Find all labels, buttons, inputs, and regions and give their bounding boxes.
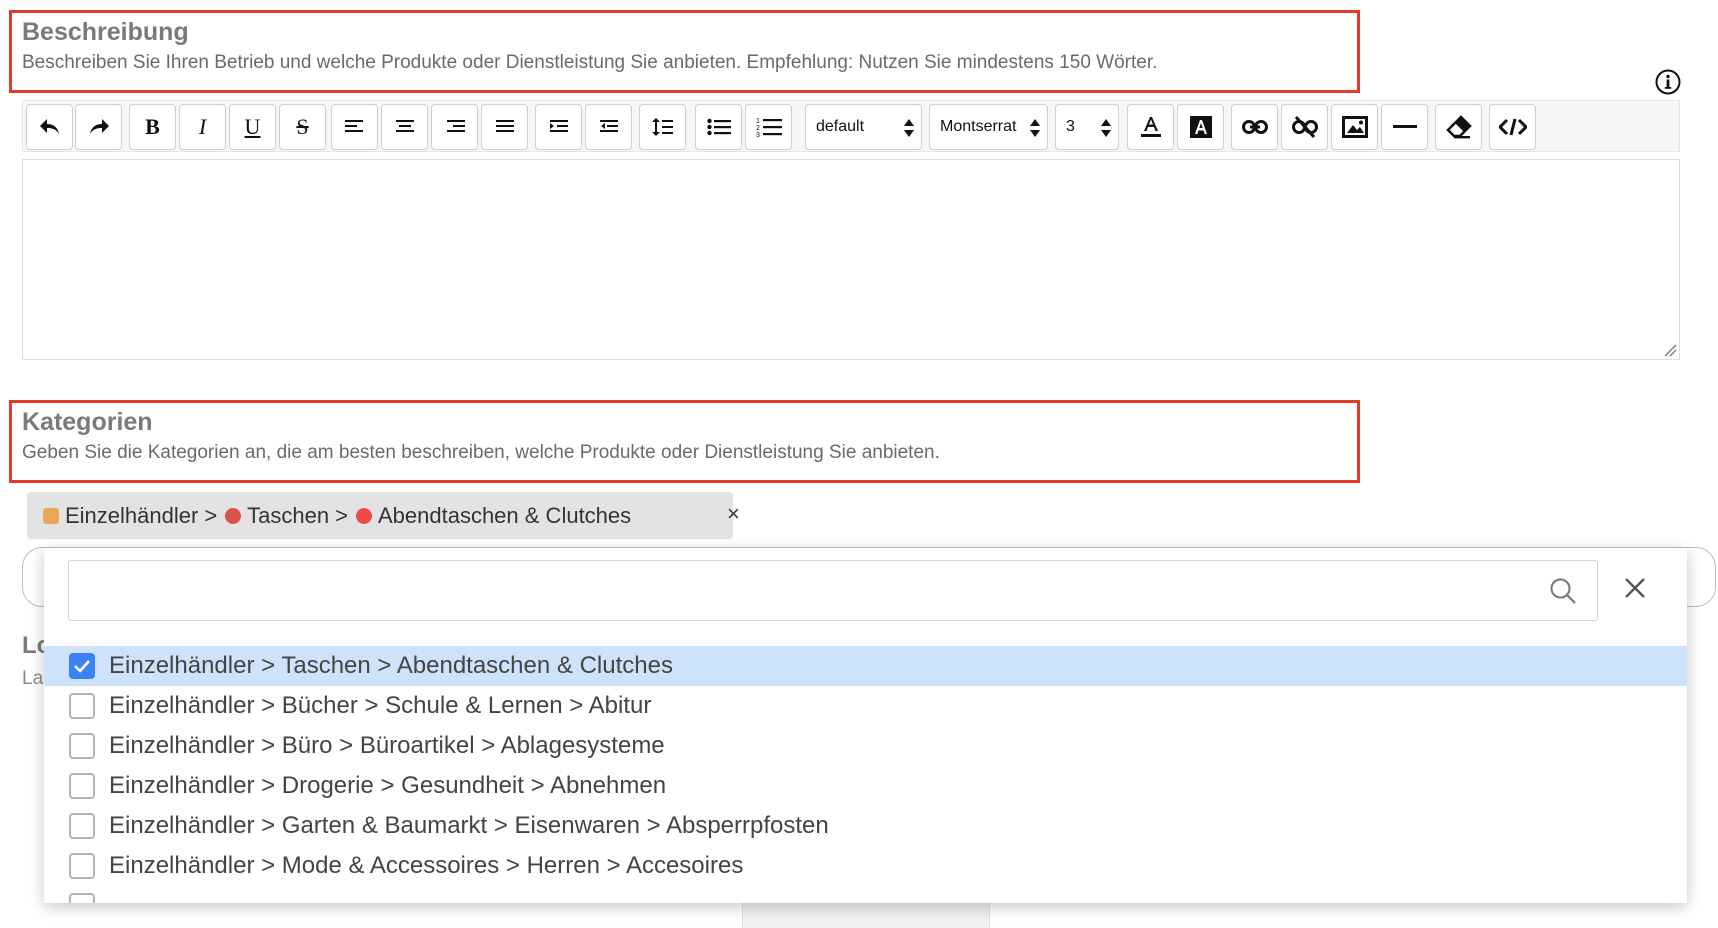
checkbox[interactable] <box>69 853 95 879</box>
kategorien-description: Geben Sie die Kategorien an, die am best… <box>22 442 940 463</box>
category-search-input[interactable] <box>68 560 1598 621</box>
align-left-button[interactable] <box>331 104 378 150</box>
align-center-button[interactable] <box>381 104 428 150</box>
image-icon <box>1341 116 1368 138</box>
line-height-icon <box>651 118 673 136</box>
option-label: Einzelhändler > Büro > Büroartikel > Abl… <box>109 732 665 759</box>
bullet-list-button[interactable] <box>695 104 742 150</box>
category-dropdown: Einzelhändler > Taschen > Abendtaschen &… <box>44 548 1687 903</box>
background-color-button[interactable] <box>1177 104 1224 150</box>
category-option[interactable]: Einzelhändler > Garten & Baumarkt > Eise… <box>44 806 1687 846</box>
numbered-list-button[interactable]: 123 <box>745 104 792 150</box>
paragraph-style-value: default <box>816 118 865 135</box>
background-color-icon <box>1189 116 1212 138</box>
option-label: Einzelhändler > Drogerie > Gesundheit > … <box>109 772 667 799</box>
unlink-button[interactable] <box>1281 104 1328 150</box>
align-left-icon <box>344 120 363 132</box>
select-arrows-icon <box>1030 119 1040 137</box>
tag-part-1: Einzelhändler <box>65 502 199 528</box>
svg-text:2: 2 <box>756 125 760 132</box>
undo-button[interactable] <box>26 104 73 150</box>
align-right-button[interactable] <box>431 104 478 150</box>
bold-button[interactable]: B <box>129 104 176 150</box>
check-icon <box>74 660 90 673</box>
selected-category-tag: Einzelhändler > Taschen > Abendtaschen &… <box>27 492 740 539</box>
eraser-icon <box>1445 115 1472 139</box>
category-option[interactable]: Einzelhändler > Mode & Accessoires > Her… <box>44 846 1687 886</box>
svg-text:3: 3 <box>756 132 760 137</box>
numbered-list-icon: 123 <box>756 118 782 137</box>
align-justify-icon <box>495 120 514 132</box>
code-view-button[interactable] <box>1489 104 1536 150</box>
outdent-button[interactable] <box>585 104 632 150</box>
align-right-icon <box>446 120 465 132</box>
strikethrough-button[interactable]: S <box>279 104 326 150</box>
align-justify-button[interactable] <box>481 104 528 150</box>
redo-icon <box>89 119 109 134</box>
tag-part-2: Taschen <box>247 502 330 528</box>
unlink-icon <box>1291 116 1318 138</box>
code-icon <box>1498 118 1527 136</box>
clear-format-button[interactable] <box>1435 104 1482 150</box>
option-label: Einzelhändler > Bücher > Schule & Lernen… <box>109 692 652 719</box>
underline-button[interactable]: U <box>229 104 276 150</box>
link-button[interactable] <box>1231 104 1278 150</box>
font-family-value: Montserrat <box>940 118 1017 135</box>
category-option[interactable]: Einzelhändler > Bücher > Schule & Lernen… <box>44 686 1687 726</box>
option-label: Einzelhändler > Mode & Accessoires > Her… <box>109 852 744 879</box>
paragraph-style-select[interactable]: default <box>805 104 922 150</box>
category-option-list: Einzelhändler > Taschen > Abendtaschen &… <box>44 646 1687 903</box>
undo-icon <box>39 119 59 134</box>
font-size-select[interactable]: 3 <box>1055 104 1119 150</box>
italic-button[interactable]: I <box>179 104 226 150</box>
text-color-button[interactable] <box>1127 104 1174 150</box>
clutch-emoji-icon <box>355 507 372 524</box>
insert-image-button[interactable] <box>1331 104 1378 150</box>
clear-icon[interactable] <box>1624 577 1646 599</box>
tag-separator: > <box>204 502 218 528</box>
next-section-description: La <box>22 668 44 689</box>
font-size-value: 3 <box>1066 118 1075 135</box>
kategorien-title: Kategorien <box>22 408 153 436</box>
checkbox[interactable] <box>69 733 95 759</box>
beschreibung-title: Beschreibung <box>22 18 189 46</box>
category-option[interactable]: Einzelhändler > Drogerie > Gesundheit > … <box>44 766 1687 806</box>
option-label: Einzelhändler > Garten & Baumarkt > Eise… <box>109 812 829 839</box>
redo-button[interactable] <box>75 104 122 150</box>
outdent-icon <box>599 120 618 132</box>
description-editor[interactable] <box>22 159 1680 360</box>
bullet-list-icon <box>706 118 731 136</box>
resize-handle-icon[interactable] <box>1663 343 1677 357</box>
search-icon[interactable] <box>1549 577 1577 605</box>
category-option[interactable]: Einzelhändler > Büro > Büroartikel > Abl… <box>44 726 1687 766</box>
select-arrows-icon <box>904 119 914 137</box>
line-height-button[interactable] <box>639 104 686 150</box>
text-color-icon <box>1140 117 1161 137</box>
link-icon <box>1241 120 1268 134</box>
tag-part-3: Abendtaschen & Clutches <box>377 502 632 528</box>
horizontal-rule-icon <box>1392 125 1417 128</box>
align-center-icon <box>395 120 414 132</box>
tag-separator: > <box>335 502 348 528</box>
beschreibung-description: Beschreiben Sie Ihren Betrieb und welche… <box>22 52 1158 73</box>
indent-icon <box>549 120 568 132</box>
info-icon[interactable] <box>1654 68 1682 96</box>
editor-toolbar: B I U S 123 default Montserrat 3 <box>22 100 1680 152</box>
font-family-select[interactable]: Montserrat <box>929 104 1048 150</box>
store-emoji-icon <box>43 507 59 524</box>
indent-button[interactable] <box>535 104 582 150</box>
category-option[interactable]: Einzelhändler > Taschen > Abendtaschen &… <box>44 646 1687 686</box>
select-arrows-icon <box>1101 119 1111 137</box>
remove-tag-icon[interactable]: × <box>727 501 740 527</box>
bag-emoji-icon <box>225 507 242 524</box>
horizontal-rule-button[interactable] <box>1381 104 1428 150</box>
checkbox[interactable] <box>69 893 95 903</box>
option-label: Einzelhändler > Taschen > Abendtaschen &… <box>109 652 673 679</box>
svg-text:1: 1 <box>756 118 760 125</box>
category-option-partial[interactable] <box>44 886 1687 903</box>
checkbox[interactable] <box>69 773 95 799</box>
checkbox[interactable] <box>69 693 95 719</box>
checkbox-checked[interactable] <box>69 653 95 679</box>
checkbox[interactable] <box>69 813 95 839</box>
